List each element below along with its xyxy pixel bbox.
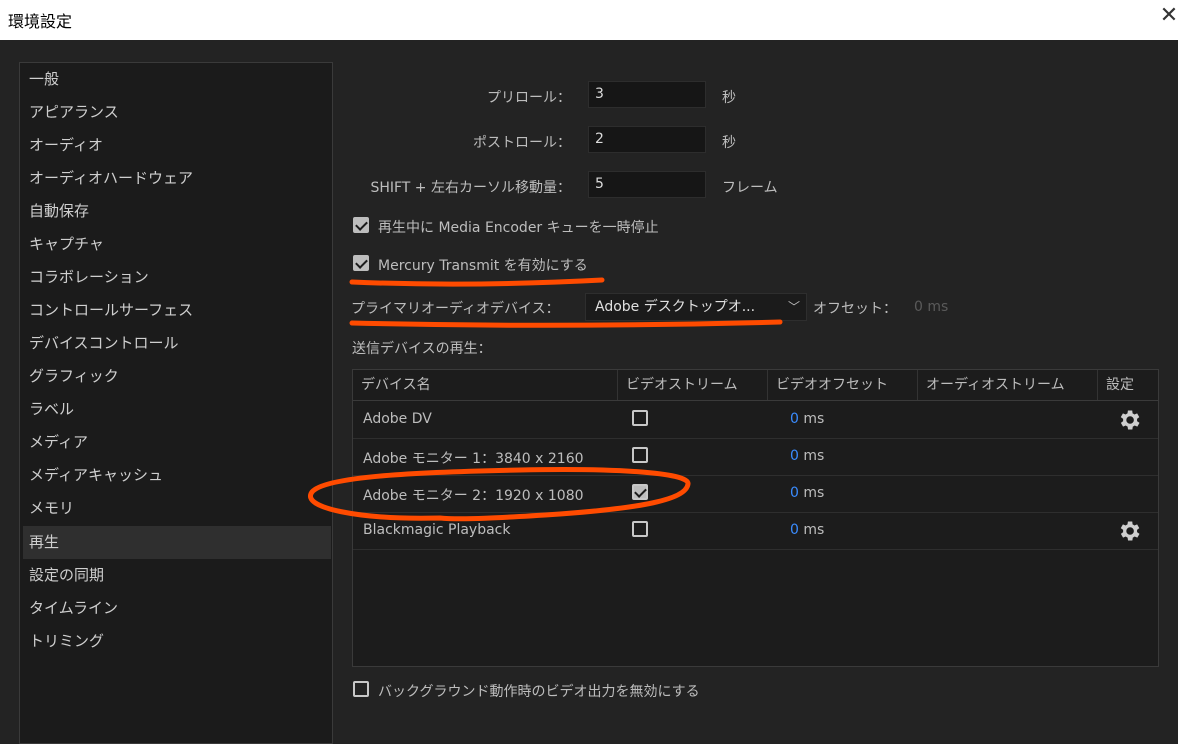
video-offset-value[interactable]: 0 ms	[790, 485, 824, 501]
table-row[interactable]: Adobe モニター 1：3840 x 2160 0 ms	[353, 438, 1158, 476]
transmit-device-table: デバイス名 ビデオストリーム ビデオオフセット オーディオストリーム 設定 Ad…	[352, 369, 1159, 667]
shift-cursor-unit: フレーム	[722, 180, 778, 196]
transmit-devices-label: 送信デバイスの再生：	[352, 341, 492, 357]
mercury-transmit-checkbox[interactable]	[353, 255, 369, 271]
gear-icon[interactable]	[1116, 518, 1142, 544]
postroll-input[interactable]: 2	[588, 126, 706, 153]
sidebar-item-collaboration[interactable]: コラボレーション	[23, 261, 331, 294]
device-name: Blackmagic Playback	[363, 522, 511, 538]
gear-icon[interactable]	[1116, 407, 1142, 433]
sidebar-item-audio[interactable]: オーディオ	[23, 129, 331, 162]
sidebar-item-media-cache[interactable]: メディアキャッシュ	[23, 459, 331, 492]
pause-encoder-label: 再生中に Media Encoder キューを一時停止	[378, 220, 659, 236]
mercury-underline-annotation	[349, 277, 605, 287]
sidebar-item-capture[interactable]: キャプチャ	[23, 228, 331, 261]
offset-number: 0	[790, 448, 799, 464]
chevron-down-icon: ﹀	[787, 300, 800, 314]
disable-background-output-checkbox[interactable]	[353, 681, 369, 697]
close-icon[interactable]: ✕	[1158, 4, 1178, 28]
offset-number: 0	[790, 522, 799, 538]
sidebar-item-audio-hardware[interactable]: オーディオハードウェア	[23, 162, 331, 195]
device-name: Adobe DV	[363, 411, 432, 427]
postroll-unit: 秒	[722, 135, 736, 151]
video-offset-value[interactable]: 0 ms	[790, 522, 824, 538]
video-offset-value[interactable]: 0 ms	[790, 411, 824, 427]
sidebar-item-general[interactable]: 一般	[23, 63, 331, 96]
title-bar: 環境設定 ✕	[0, 0, 1178, 40]
sidebar-item-sync-settings[interactable]: 設定の同期	[23, 559, 331, 592]
device-name: Adobe モニター 2：1920 x 1080	[363, 488, 584, 504]
video-stream-checkbox[interactable]	[632, 410, 648, 426]
offset-number: 0	[790, 485, 799, 501]
video-stream-checkbox[interactable]	[632, 447, 648, 463]
sidebar-item-trimming[interactable]: トリミング	[23, 625, 331, 658]
table-row[interactable]: Adobe モニター 2：1920 x 1080 0 ms	[353, 475, 1158, 513]
preroll-label: プリロール：	[487, 90, 571, 106]
offset-label: オフセット：	[813, 301, 897, 317]
offset-value: 0 ms	[914, 299, 948, 315]
primary-audio-device-label: プライマリオーディオデバイス：	[351, 301, 560, 317]
header-audio-stream[interactable]: オーディオストリーム	[918, 370, 1098, 400]
pause-encoder-checkbox[interactable]	[353, 217, 369, 233]
table-row[interactable]: Blackmagic Playback 0 ms	[353, 512, 1158, 550]
device-name: Adobe モニター 1：3840 x 2160	[363, 451, 584, 467]
sidebar-item-timeline[interactable]: タイムライン	[23, 592, 331, 625]
window-title: 環境設定	[8, 12, 73, 31]
video-stream-checkbox[interactable]	[632, 484, 648, 500]
preroll-unit: 秒	[722, 90, 736, 106]
shift-cursor-input[interactable]: 5	[588, 171, 706, 198]
offset-unit: ms	[803, 485, 825, 501]
offset-unit: ms	[803, 522, 825, 538]
offset-unit: ms	[803, 411, 825, 427]
sidebar-item-appearance[interactable]: アピアランス	[23, 96, 331, 129]
primary-audio-device-dropdown[interactable]: Adobe デスクトップオ... ﹀	[585, 293, 807, 321]
preferences-sidebar: 一般 アピアランス オーディオ オーディオハードウェア 自動保存 キャプチャ コ…	[19, 62, 333, 744]
audio-device-underline-annotation	[349, 319, 783, 328]
sidebar-item-labels[interactable]: ラベル	[23, 393, 331, 426]
mercury-transmit-label: Mercury Transmit を有効にする	[378, 258, 588, 274]
sidebar-item-media[interactable]: メディア	[23, 426, 331, 459]
sidebar-item-device-control[interactable]: デバイスコントロール	[23, 327, 331, 360]
header-settings[interactable]: 設定	[1098, 370, 1158, 400]
offset-number: 0	[914, 299, 923, 315]
sidebar-item-graphics[interactable]: グラフィック	[23, 360, 331, 393]
table-header: デバイス名 ビデオストリーム ビデオオフセット オーディオストリーム 設定	[353, 370, 1158, 401]
offset-unit: ms	[803, 448, 825, 464]
header-video-offset[interactable]: ビデオオフセット	[768, 370, 918, 400]
disable-background-output-label: バックグラウンド動作時のビデオ出力を無効にする	[378, 684, 700, 700]
sidebar-item-playback[interactable]: 再生	[23, 526, 331, 559]
shift-cursor-label: SHIFT + 左右カーソル移動量：	[370, 180, 571, 196]
video-stream-checkbox[interactable]	[632, 521, 648, 537]
table-row[interactable]: Adobe DV 0 ms	[353, 401, 1158, 439]
postroll-label: ポストロール：	[473, 135, 571, 151]
primary-audio-device-value: Adobe デスクトップオ...	[595, 299, 756, 315]
video-offset-value[interactable]: 0 ms	[790, 448, 824, 464]
sidebar-item-auto-save[interactable]: 自動保存	[23, 195, 331, 228]
sidebar-item-control-surface[interactable]: コントロールサーフェス	[23, 294, 331, 327]
preroll-input[interactable]: 3	[588, 81, 706, 108]
header-video-stream[interactable]: ビデオストリーム	[618, 370, 768, 400]
offset-number: 0	[790, 411, 799, 427]
sidebar-item-memory[interactable]: メモリ	[23, 492, 331, 525]
header-device-name[interactable]: デバイス名	[353, 370, 618, 400]
offset-unit: ms	[927, 299, 949, 315]
